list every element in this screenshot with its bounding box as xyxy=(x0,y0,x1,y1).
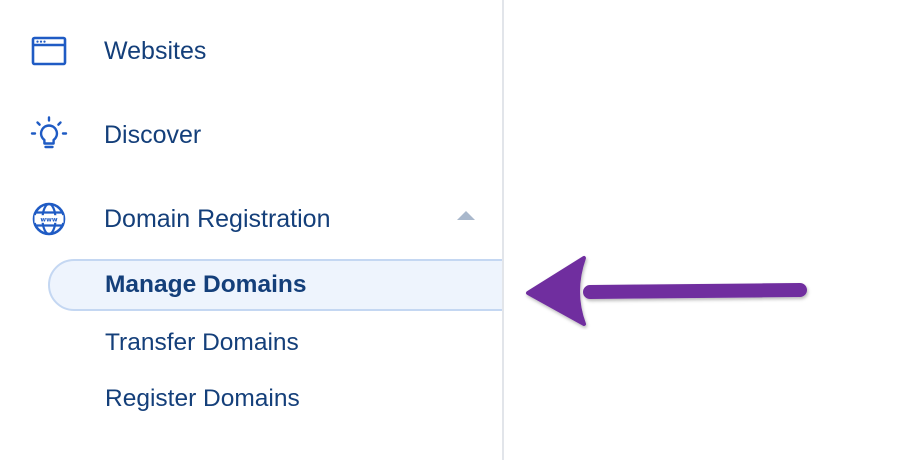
sidebar-item-domain-registration[interactable]: www Domain Registration xyxy=(0,186,502,246)
annotation-arrow-icon xyxy=(526,256,807,326)
sidebar-subitem-label: Manage Domains xyxy=(105,271,307,298)
sidebar-subitem-manage-domains[interactable]: Manage Domains xyxy=(0,259,502,313)
sidebar-item-label: Discover xyxy=(104,121,202,149)
collapse-caret-icon[interactable] xyxy=(457,211,475,220)
sidebar-item-discover[interactable]: Discover xyxy=(0,102,502,162)
sidebar-item-websites[interactable]: Websites xyxy=(0,18,502,78)
sidebar-item-label: Domain Registration xyxy=(104,205,331,233)
browser-window-icon xyxy=(30,32,68,70)
sidebar-subitem-label: Transfer Domains xyxy=(105,329,299,356)
globe-www-icon: www xyxy=(30,200,68,238)
sidebar-nav: Websites Discover www Domain Registratio… xyxy=(0,0,504,460)
sidebar-subitem-transfer-domains[interactable]: Transfer Domains xyxy=(0,316,502,370)
sidebar-item-label: Websites xyxy=(104,37,207,65)
lightbulb-icon xyxy=(30,116,68,154)
sidebar-subitem-label: Register Domains xyxy=(105,385,300,412)
svg-text:www: www xyxy=(40,217,57,224)
sidebar-subitem-register-domains[interactable]: Register Domains xyxy=(0,372,502,426)
page: Websites Discover www Domain Registratio… xyxy=(0,0,914,460)
